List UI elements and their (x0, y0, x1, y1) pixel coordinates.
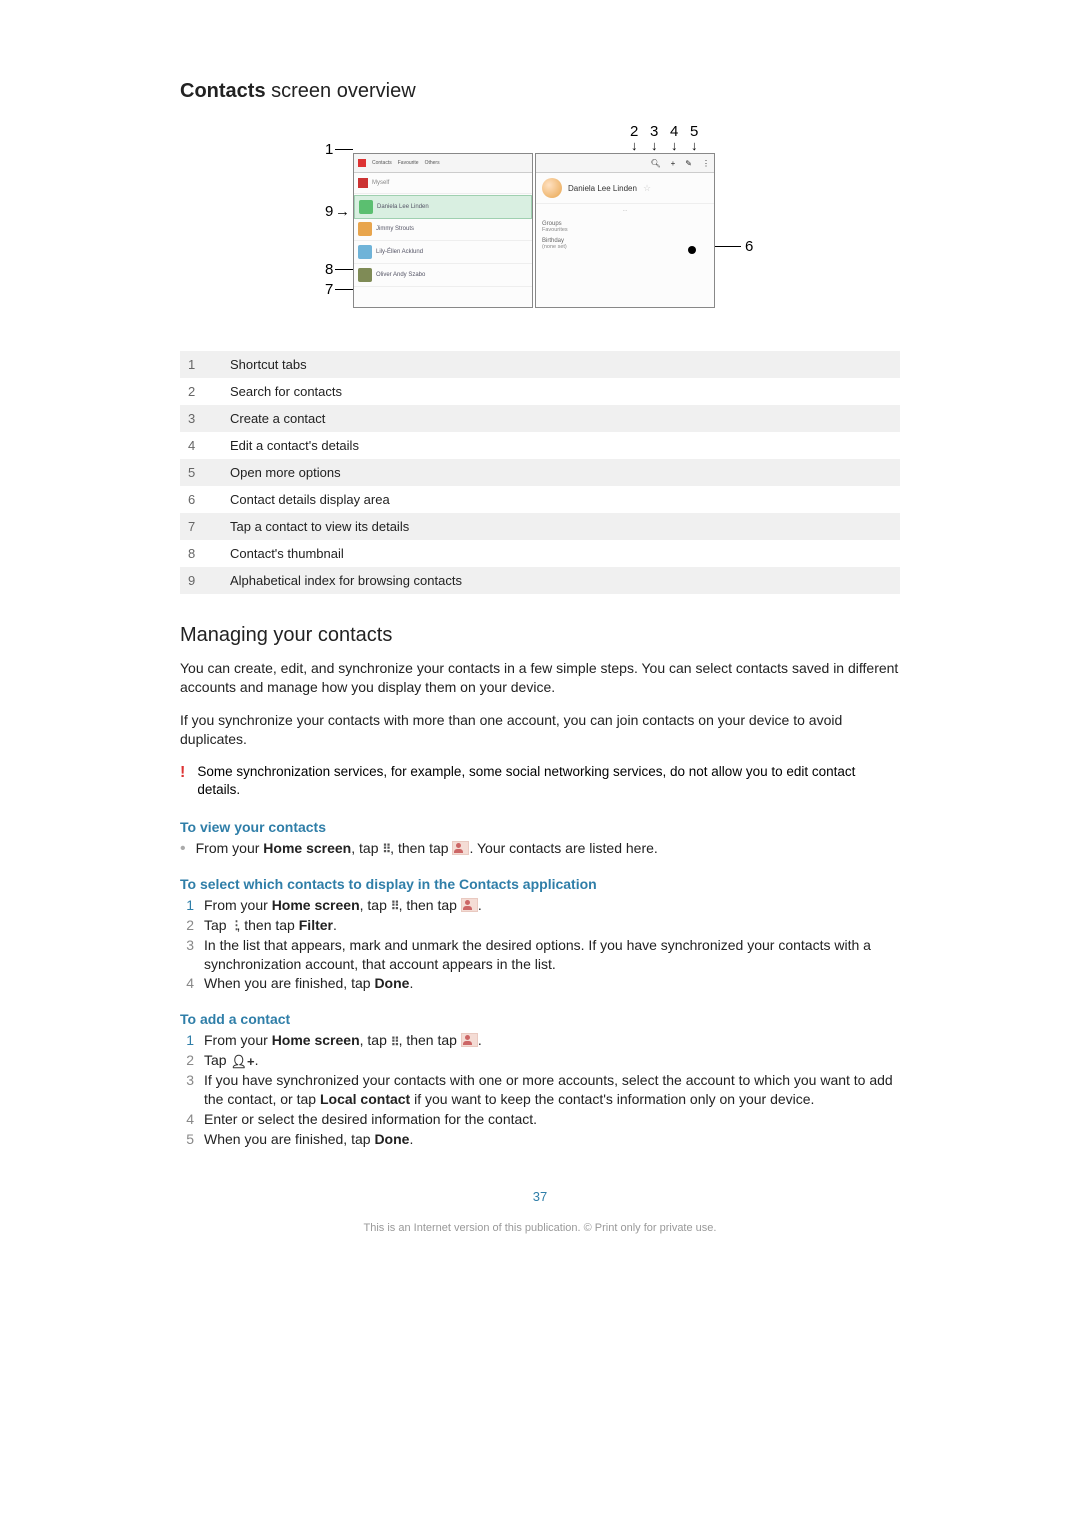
arrow-down-icon: ↓ (631, 139, 638, 152)
contact-name: Daniela Lee Linden (568, 184, 637, 193)
edit-icon: ✎ (685, 159, 692, 168)
section-title: Contacts screen overview (180, 80, 900, 103)
flag-icon (358, 178, 368, 188)
person-icon (358, 159, 366, 167)
arrow-down-icon: ↓ (651, 139, 658, 152)
arrow-right-icon: → (335, 203, 350, 220)
callout-1: 1 (325, 141, 333, 158)
legend-row: 1Shortcut tabs (180, 351, 900, 378)
footer-disclaimer: This is an Internet version of this publ… (180, 1222, 900, 1234)
callout-6: 6 (745, 238, 753, 255)
procedure-bullet: • From your Home screen, tap ⠿, then tap… (180, 839, 900, 858)
paragraph: You can create, edit, and synchronize yo… (180, 659, 900, 697)
add-person-icon: + (671, 159, 676, 168)
callout-7: 7 (325, 281, 333, 298)
page: Contacts screen overview 1 2 3 4 5 ↓ ↓ ↓… (0, 0, 1080, 1527)
legend-row: 3Create a contact (180, 405, 900, 432)
procedure-steps: 1From your Home screen, tap ⠿, then tap … (180, 1031, 900, 1149)
paragraph: If you synchronize your contacts with mo… (180, 711, 900, 749)
legend-row: 5Open more options (180, 459, 900, 486)
warning-note: ! Some synchronization services, for exa… (180, 763, 900, 799)
star-icon: ☆ (643, 183, 651, 194)
overflow-menu-icon (230, 919, 236, 931)
callout-8: 8 (325, 261, 333, 278)
legend-row: 7Tap a contact to view its details (180, 513, 900, 540)
arrow-down-icon: ↓ (691, 139, 698, 152)
legend-row: 8Contact's thumbnail (180, 540, 900, 567)
legend-row: 2Search for contacts (180, 378, 900, 405)
apps-grid-icon: ⠿ (391, 898, 399, 914)
procedure-title: To add a contact (180, 1011, 900, 1027)
callout-9: 9 (325, 203, 333, 220)
add-contact-icon: 👤︎+ (230, 1053, 254, 1071)
procedure-title: To select which contacts to display in t… (180, 876, 900, 892)
contacts-app-icon (461, 1033, 478, 1047)
contacts-list-pane: ContactsFavouriteOthers Myself Daniela L… (353, 153, 533, 308)
overview-diagram: 1 2 3 4 5 ↓ ↓ ↓ ↓ 9 → 8 7 6 ContactsFavo… (180, 121, 900, 321)
apps-grid-icon: ⠿ (391, 1034, 399, 1050)
warning-icon: ! (180, 765, 185, 781)
legend-row: 6Contact details display area (180, 486, 900, 513)
avatar (542, 178, 562, 198)
legend-table: 1Shortcut tabs 2Search for contacts 3Cre… (180, 351, 900, 594)
legend-row: 9Alphabetical index for browsing contact… (180, 567, 900, 594)
procedure-steps: 1From your Home screen, tap ⠿, then tap … (180, 896, 900, 993)
contacts-app-icon (461, 898, 478, 912)
arrow-down-icon: ↓ (671, 139, 678, 152)
legend-row: 4Edit a contact's details (180, 432, 900, 459)
search-icon: 🔍︎ (650, 159, 660, 168)
more-icon: ⋮ (702, 159, 710, 168)
contacts-app-icon (452, 841, 469, 855)
procedure-title: To view your contacts (180, 819, 900, 835)
page-number: 37 (180, 1189, 900, 1204)
apps-grid-icon: ⠿ (382, 841, 390, 857)
contact-detail-pane: 🔍︎ + ✎ ⋮ Daniela Lee Linden ☆ ⋯ Groups F… (535, 153, 715, 308)
managing-heading: Managing your contacts (180, 624, 900, 647)
